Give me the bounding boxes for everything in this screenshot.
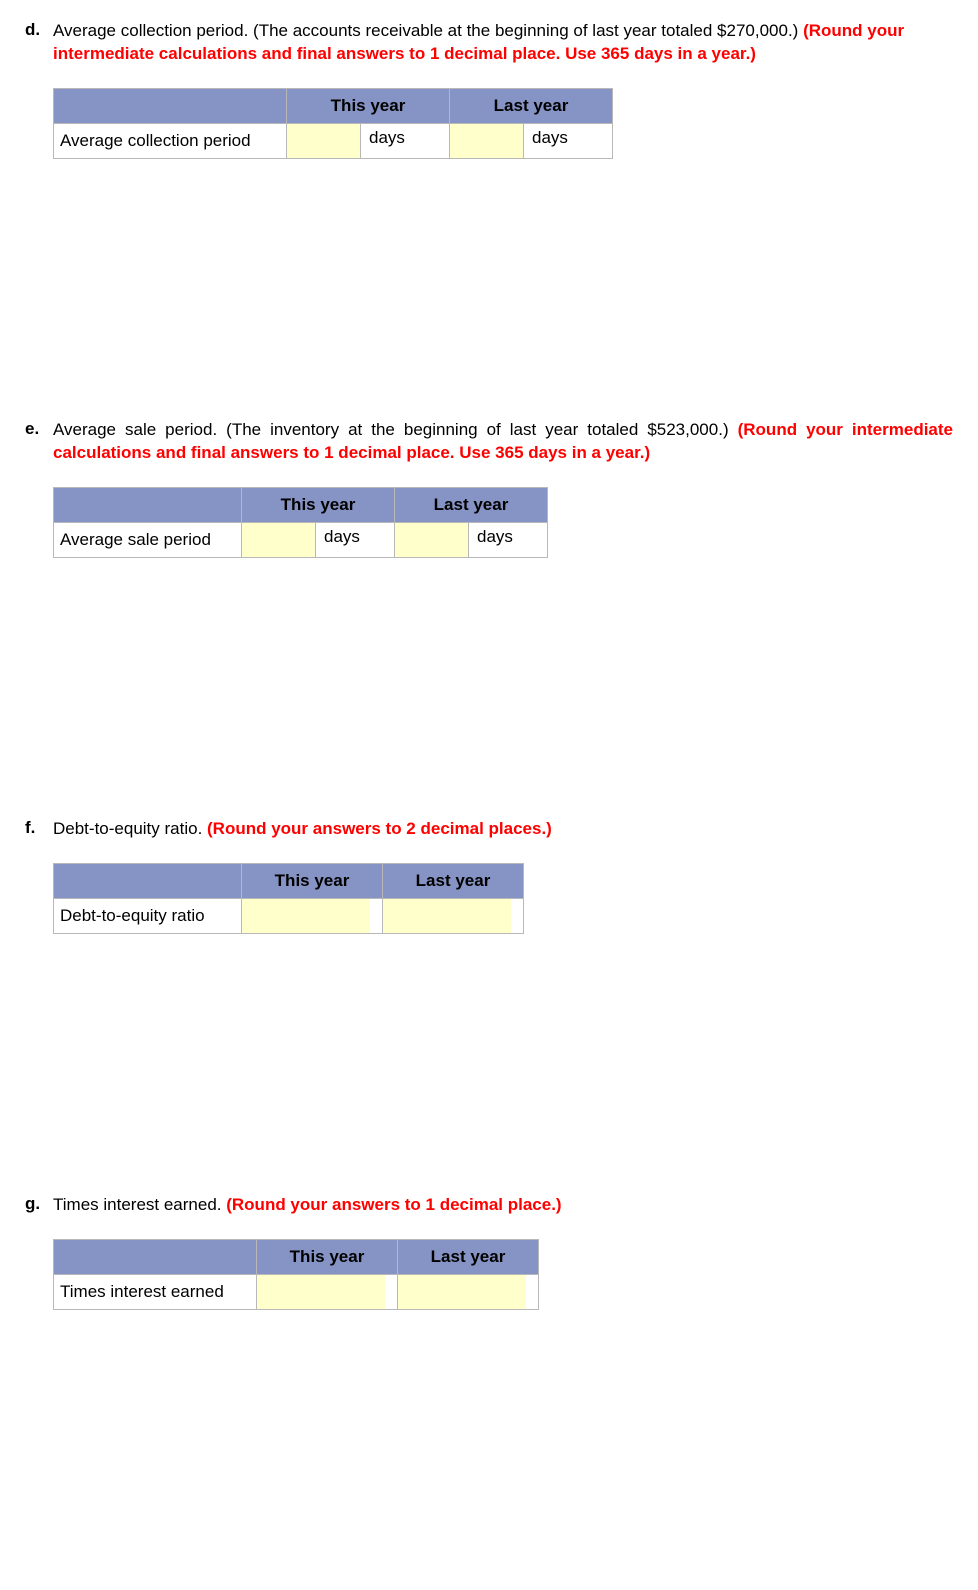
table-row: Debt-to-equity ratio — [54, 898, 524, 933]
table-e-header-last: Last year — [395, 487, 548, 522]
table-f-cell-last — [383, 898, 524, 933]
question-g-letter: g. — [25, 1194, 53, 1214]
table-d-corner — [54, 88, 287, 123]
question-f: f. Debt-to-equity ratio. (Round your ans… — [25, 818, 953, 934]
input-f-last-year[interactable] — [383, 899, 511, 933]
input-d-this-year[interactable] — [287, 124, 361, 158]
input-g-this-year[interactable] — [257, 1275, 385, 1309]
unit-d-this: days — [361, 124, 413, 158]
table-g-header-this: This year — [257, 1239, 398, 1274]
question-d: d. Average collection period. (The accou… — [25, 20, 953, 159]
question-g-instruction: (Round your answers to 1 decimal place.) — [226, 1195, 561, 1214]
unit-e-last: days — [469, 523, 521, 557]
question-f-instruction: (Round your answers to 2 decimal places.… — [207, 819, 552, 838]
question-g-text: Times interest earned. (Round your answe… — [53, 1194, 953, 1217]
question-g-body: Times interest earned. — [53, 1195, 226, 1214]
question-g: g. Times interest earned. (Round your an… — [25, 1194, 953, 1310]
question-f-letter: f. — [25, 818, 53, 838]
question-f-body: Debt-to-equity ratio. — [53, 819, 207, 838]
question-e-text: Average sale period. (The inventory at t… — [53, 419, 953, 465]
table-d-header-last: Last year — [450, 88, 613, 123]
question-e-letter: e. — [25, 419, 53, 439]
input-d-last-year[interactable] — [450, 124, 524, 158]
table-g: This year Last year Times interest earne… — [53, 1239, 539, 1310]
question-d-body: Average collection period. (The accounts… — [53, 21, 803, 40]
table-g-corner — [54, 1239, 257, 1274]
table-e-row-label: Average sale period — [54, 522, 242, 557]
unit-d-last: days — [524, 124, 576, 158]
table-f-corner — [54, 863, 242, 898]
table-d: This year Last year Average collection p… — [53, 88, 613, 159]
table-d-cell-last: days — [450, 123, 613, 158]
table-d-header-this: This year — [287, 88, 450, 123]
table-e-cell-this: days — [242, 522, 395, 557]
question-d-letter: d. — [25, 20, 53, 40]
table-f-header-last: Last year — [383, 863, 524, 898]
table-e: This year Last year Average sale period … — [53, 487, 548, 558]
table-f-cell-this — [242, 898, 383, 933]
input-g-last-year[interactable] — [398, 1275, 526, 1309]
input-e-this-year[interactable] — [242, 523, 316, 557]
table-g-cell-this — [257, 1274, 398, 1309]
input-f-this-year[interactable] — [242, 899, 370, 933]
table-e-header-this: This year — [242, 487, 395, 522]
question-e: e. Average sale period. (The inventory a… — [25, 419, 953, 558]
table-e-corner — [54, 487, 242, 522]
table-row: Average collection period days days — [54, 123, 613, 158]
table-d-cell-this: days — [287, 123, 450, 158]
table-e-cell-last: days — [395, 522, 548, 557]
question-e-body: Average sale period. (The inventory at t… — [53, 420, 738, 439]
table-f: This year Last year Debt-to-equity ratio — [53, 863, 524, 934]
question-f-text: Debt-to-equity ratio. (Round your answer… — [53, 818, 953, 841]
table-f-row-label: Debt-to-equity ratio — [54, 898, 242, 933]
table-g-header-last: Last year — [398, 1239, 539, 1274]
table-row: Average sale period days days — [54, 522, 548, 557]
table-d-row-label: Average collection period — [54, 123, 287, 158]
table-g-row-label: Times interest earned — [54, 1274, 257, 1309]
input-e-last-year[interactable] — [395, 523, 469, 557]
unit-e-this: days — [316, 523, 368, 557]
question-d-text: Average collection period. (The accounts… — [53, 20, 953, 66]
table-g-cell-last — [398, 1274, 539, 1309]
table-f-header-this: This year — [242, 863, 383, 898]
table-row: Times interest earned — [54, 1274, 539, 1309]
